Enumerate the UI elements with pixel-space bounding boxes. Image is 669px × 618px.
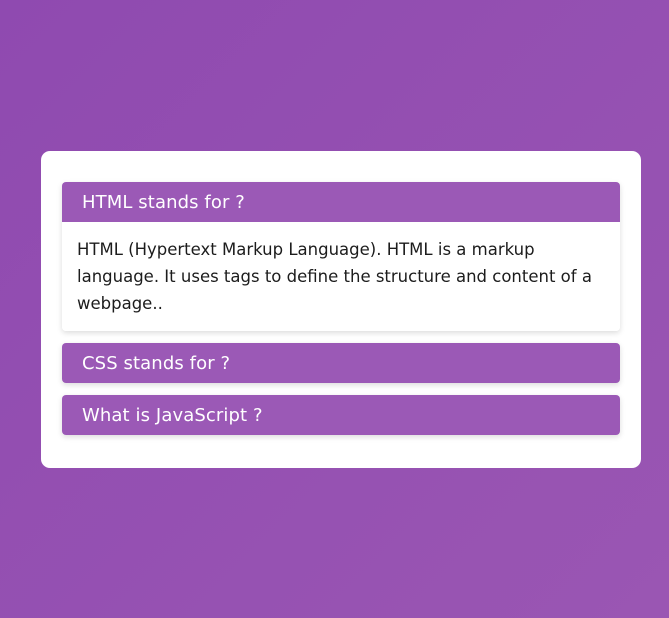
- faq-item-html: HTML stands for ? HTML (Hypertext Markup…: [62, 182, 620, 331]
- faq-question-javascript[interactable]: What is JavaScript ?: [62, 395, 620, 435]
- faq-item-css: CSS stands for ?: [62, 343, 620, 383]
- faq-accordion-card: HTML stands for ? HTML (Hypertext Markup…: [41, 151, 641, 468]
- faq-answer-html: HTML (Hypertext Markup Language). HTML i…: [62, 222, 620, 331]
- faq-question-css[interactable]: CSS stands for ?: [62, 343, 620, 383]
- faq-question-html[interactable]: HTML stands for ?: [62, 182, 620, 222]
- faq-item-javascript: What is JavaScript ?: [62, 395, 620, 435]
